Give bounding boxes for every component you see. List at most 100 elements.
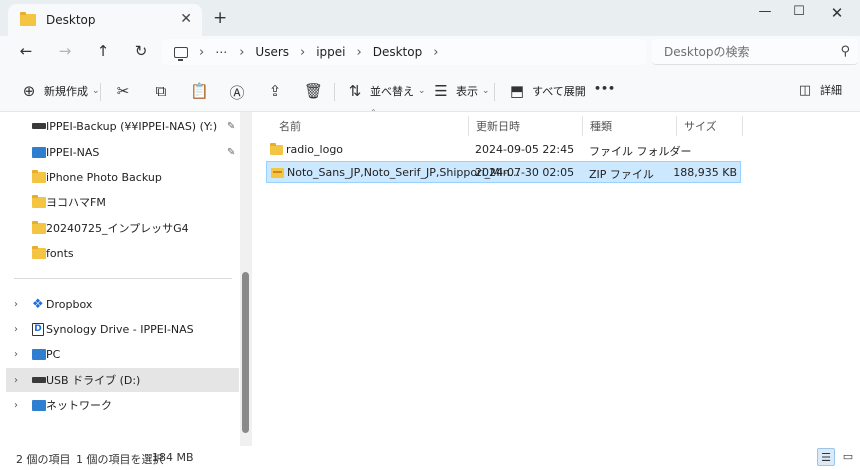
sidebar-item-synology-drive[interactable]: › D Synology Drive - IPPEI-NAS — [0, 317, 240, 341]
breadcrumb-users[interactable]: Users — [255, 45, 289, 59]
up-button[interactable]: ↑ — [91, 42, 115, 60]
file-row-noto-zip[interactable]: Noto_Sans_JP,Noto_Serif_JP,Shippori_Min.… — [266, 161, 741, 183]
column-type[interactable]: 種類 — [590, 118, 612, 134]
share-button[interactable]: ⇪ — [266, 82, 284, 100]
rename-button[interactable]: Ⓐ — [228, 82, 246, 103]
extract-all-button[interactable]: ⬒ すべて展開 — [508, 82, 586, 100]
file-row-radio-logo[interactable]: radio_logo 2024-09-05 22:45 ファイル フォルダー — [266, 139, 741, 161]
chevron-right-icon[interactable]: › — [357, 45, 362, 60]
sidebar-item-label: fonts — [46, 246, 74, 260]
maximize-button[interactable]: ☐ — [784, 4, 814, 19]
folder-icon — [32, 169, 46, 183]
column-size[interactable]: サイズ — [684, 118, 717, 134]
selection-count: 1 個の項目を選択 — [76, 453, 164, 466]
sidebar-item-iphone-photo-backup[interactable]: iPhone Photo Backup — [0, 165, 240, 189]
new-tab-button[interactable]: + — [213, 8, 227, 28]
forward-button[interactable]: → — [53, 42, 77, 60]
chevron-down-icon: ⌄ — [482, 86, 490, 96]
column-name[interactable]: 名前 — [279, 118, 301, 134]
chevron-right-icon[interactable]: › — [433, 45, 438, 60]
close-button[interactable]: ✕ — [822, 4, 852, 22]
copy-button[interactable]: ⧉ — [152, 82, 170, 100]
column-divider[interactable] — [676, 116, 677, 136]
back-button[interactable]: ← — [14, 42, 38, 60]
view-button[interactable]: ☰ 表示 ⌄ — [432, 82, 490, 100]
chevron-right-icon[interactable]: › — [199, 45, 204, 60]
column-date[interactable]: 更新日時 — [476, 118, 520, 134]
refresh-button[interactable]: ↻ — [129, 42, 153, 60]
search-input[interactable]: Desktopの検索 ⚲ — [652, 39, 858, 65]
zip-folder-icon — [271, 168, 284, 178]
folder-icon — [32, 194, 46, 208]
paste-button[interactable]: 📋 — [190, 82, 209, 100]
column-divider[interactable] — [582, 116, 583, 136]
column-divider[interactable] — [468, 116, 469, 136]
pc-icon — [32, 348, 46, 360]
search-placeholder: Desktopの検索 — [664, 45, 750, 59]
sidebar-item-label: ネットワーク — [46, 399, 112, 412]
file-list: ⌃ 名前 更新日時 種類 サイズ radio_logo 2024-09-05 2… — [252, 108, 860, 446]
status-bar: 2 個の項目 1 個の項目を選択 184 MB ☰ ▭ — [0, 446, 860, 470]
expand-chevron-icon[interactable]: › — [14, 400, 18, 411]
folder-icon — [20, 12, 36, 26]
share-icon: ⇪ — [268, 82, 282, 100]
sidebar-item-dropbox[interactable]: › ❖ Dropbox — [0, 292, 240, 316]
expand-chevron-icon[interactable]: › — [14, 375, 18, 386]
file-size: 188,935 KB — [673, 166, 737, 179]
column-divider[interactable] — [742, 116, 743, 136]
sidebar-item-ippei-backup[interactable]: IPPEI-Backup (¥¥IPPEI-NAS) (Y:) ✎ — [0, 114, 240, 138]
address-bar[interactable]: › ⋯ › Users › ippei › Desktop › — [162, 39, 646, 65]
divider — [334, 83, 335, 101]
tab-desktop[interactable]: Desktop ✕ — [8, 4, 202, 36]
more-options-button[interactable]: ••• — [594, 82, 616, 95]
command-bar: ⊕ 新規作成 ⌄ ✂ ⧉ 📋 Ⓐ ⇪ 🗑 ⇅ 並べ替え ⌄ ☰ 表示 ⌄ ⬒ す… — [0, 70, 860, 112]
sidebar-item-label: Synology Drive - IPPEI-NAS — [46, 322, 194, 336]
search-icon: ⚲ — [840, 44, 850, 59]
breadcrumb-desktop[interactable]: Desktop — [373, 45, 423, 59]
sidebar-item-ippei-nas[interactable]: IPPEI-NAS ✎ — [0, 140, 240, 164]
sort-button[interactable]: ⇅ 並べ替え ⌄ — [346, 82, 426, 100]
file-explorer-window: Desktop ✕ + — ☐ ✕ ← → ↑ ↻ › ⋯ › Users › … — [0, 0, 860, 470]
expand-chevron-icon[interactable]: › — [14, 349, 18, 360]
sidebar-item-impreza-g4[interactable]: 20240725_インプレッサG4 — [0, 216, 240, 240]
more-icon: ••• — [594, 82, 616, 95]
chevron-right-icon[interactable]: › — [239, 45, 244, 60]
expand-chevron-icon[interactable]: › — [14, 299, 18, 310]
pin-icon: ✎ — [227, 120, 236, 132]
view-lines-icon: ☰ — [434, 82, 448, 100]
sidebar-item-label: IPPEI-NAS — [46, 145, 100, 159]
delete-button[interactable]: 🗑 — [304, 82, 323, 100]
extract-label: すべて展開 — [532, 85, 586, 98]
new-button[interactable]: ⊕ 新規作成 ⌄ — [20, 82, 100, 100]
pc-icon — [174, 46, 188, 61]
details-pane-icon: ◫ — [798, 82, 812, 98]
divider — [100, 83, 101, 101]
navigation-pane: IPPEI-Backup (¥¥IPPEI-NAS) (Y:) ✎ IPPEI-… — [0, 112, 252, 446]
sidebar-item-pc[interactable]: › PC — [0, 342, 240, 366]
tab-close-icon[interactable]: ✕ — [180, 11, 192, 27]
sidebar-item-yokohama-fm[interactable]: ヨコハマFM — [0, 190, 240, 214]
details-pane-button[interactable]: ◫ 詳細 — [796, 82, 842, 98]
details-label: 詳細 — [820, 84, 842, 97]
sidebar-item-usb-drive[interactable]: › USB ドライブ (D:) — [6, 368, 239, 392]
expand-chevron-icon[interactable]: › — [14, 324, 18, 335]
dropbox-icon: ❖ — [32, 296, 44, 312]
breadcrumb-ippei[interactable]: ippei — [316, 45, 345, 59]
title-bar: Desktop ✕ + — ☐ ✕ — [0, 0, 860, 36]
sort-caret-icon: ⌃ — [370, 108, 377, 117]
sidebar-item-label: 20240725_インプレッサG4 — [46, 222, 189, 235]
sidebar-scrollbar-thumb[interactable] — [242, 272, 249, 433]
tiles-view-icon[interactable]: ▭ — [839, 448, 857, 466]
extract-icon: ⬒ — [509, 82, 525, 100]
network-icon — [32, 399, 46, 411]
sort-icon: ⇅ — [348, 82, 362, 100]
details-view-icon[interactable]: ☰ — [817, 448, 835, 466]
folder-icon — [32, 220, 46, 234]
plus-circle-icon: ⊕ — [22, 82, 36, 100]
chevron-right-icon[interactable]: › — [300, 45, 305, 60]
sidebar-item-network[interactable]: › ネットワーク — [0, 393, 240, 417]
cut-button[interactable]: ✂ — [114, 82, 132, 100]
sidebar-item-fonts[interactable]: fonts — [0, 241, 240, 265]
breadcrumb-overflow[interactable]: ⋯ — [215, 45, 228, 59]
minimize-button[interactable]: — — [750, 4, 780, 19]
